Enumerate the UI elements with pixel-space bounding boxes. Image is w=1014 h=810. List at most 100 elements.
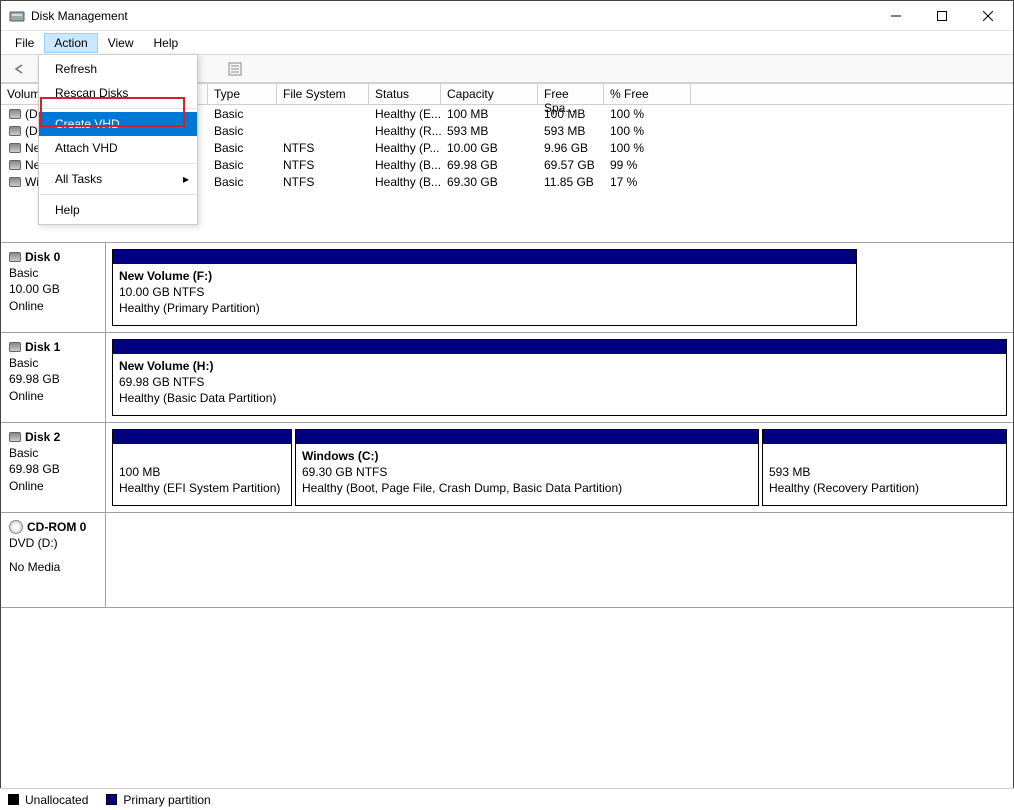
cell-free: 9.96 GB: [538, 141, 604, 155]
col-status[interactable]: Status: [369, 83, 441, 104]
cell-status: Healthy (B...: [369, 158, 441, 172]
cell-pct: 100 %: [604, 141, 691, 155]
disk-info: CD-ROM 0 DVD (D:) No Media: [1, 513, 106, 607]
partition-bar: [113, 340, 1006, 354]
partition-windows[interactable]: Windows (C:) 69.30 GB NTFS Healthy (Boot…: [295, 429, 759, 506]
partition-title: New Volume (H:): [119, 359, 213, 373]
partition-bar: [296, 430, 758, 444]
cell-free: 593 MB: [538, 124, 604, 138]
close-button[interactable]: [965, 1, 1011, 31]
disk-type: Basic: [9, 265, 97, 281]
cell-capacity: 593 MB: [441, 124, 538, 138]
partition-size: 10.00 GB NTFS: [119, 285, 204, 299]
col-type[interactable]: Type: [208, 83, 277, 104]
menu-separator: [40, 194, 196, 195]
back-button[interactable]: [9, 58, 31, 80]
menu-all-tasks[interactable]: All Tasks ▸: [39, 167, 197, 191]
swatch-unallocated: [8, 794, 19, 805]
menu-help-item[interactable]: Help: [39, 198, 197, 222]
partition-title: Windows (C:): [302, 449, 379, 463]
disk-nomedia: No Media: [9, 559, 97, 575]
cell-capacity: 10.00 GB: [441, 141, 538, 155]
titlebar: Disk Management: [1, 1, 1013, 31]
disk-row-cdrom[interactable]: CD-ROM 0 DVD (D:) No Media: [1, 513, 1013, 608]
app-icon: [9, 8, 25, 24]
partition-bar: [113, 250, 856, 264]
menu-file[interactable]: File: [5, 33, 44, 53]
cell-status: Healthy (R...: [369, 124, 441, 138]
cell-free: 11.85 GB: [538, 175, 604, 189]
partition[interactable]: New Volume (F:) 10.00 GB NTFS Healthy (P…: [112, 249, 857, 326]
disk-info: Disk 0 Basic 10.00 GB Online: [1, 243, 106, 332]
properties-button[interactable]: [224, 58, 246, 80]
col-filesystem[interactable]: File System: [277, 83, 369, 104]
menu-view[interactable]: View: [98, 33, 144, 53]
cell-fs: NTFS: [277, 175, 369, 189]
partition-size: 69.30 GB NTFS: [302, 465, 387, 479]
disk-row-1[interactable]: Disk 1 Basic 69.98 GB Online New Volume …: [1, 333, 1013, 423]
cell-capacity: 69.30 GB: [441, 175, 538, 189]
disk-type: DVD (D:): [9, 535, 97, 551]
menu-all-tasks-label: All Tasks: [55, 172, 102, 186]
cell-free: 100 MB: [538, 107, 604, 121]
disk-type: Basic: [9, 445, 97, 461]
partition[interactable]: New Volume (H:) 69.98 GB NTFS Healthy (B…: [112, 339, 1007, 416]
partition-status: Healthy (Boot, Page File, Crash Dump, Ba…: [302, 481, 622, 495]
disk-size: 69.98 GB: [9, 461, 97, 477]
partition-status: Healthy (Recovery Partition): [769, 481, 919, 495]
maximize-button[interactable]: [919, 1, 965, 31]
cell-status: Healthy (E...: [369, 107, 441, 121]
partition-efi[interactable]: 100 MB Healthy (EFI System Partition): [112, 429, 292, 506]
disk-partitions: 100 MB Healthy (EFI System Partition) Wi…: [106, 423, 1013, 512]
col-pct-free[interactable]: % Free: [604, 83, 691, 104]
partition-title: New Volume (F:): [119, 269, 212, 283]
menu-action[interactable]: Action: [44, 33, 97, 53]
cell-capacity: 69.98 GB: [441, 158, 538, 172]
titlebar-left: Disk Management: [9, 8, 128, 24]
volume-icon: [9, 143, 21, 153]
disk-icon: [9, 252, 21, 262]
col-free-space[interactable]: Free Spa...: [538, 83, 604, 104]
menu-create-vhd[interactable]: Create VHD: [39, 112, 197, 136]
cell-type: Basic: [208, 175, 277, 189]
disk-icon: [9, 342, 21, 352]
cell-type: Basic: [208, 158, 277, 172]
disk-partitions: New Volume (F:) 10.00 GB NTFS Healthy (P…: [106, 243, 1013, 332]
window-title: Disk Management: [31, 9, 128, 23]
cell-type: Basic: [208, 141, 277, 155]
minimize-button[interactable]: [873, 1, 919, 31]
menu-attach-vhd[interactable]: Attach VHD: [39, 136, 197, 160]
chevron-right-icon: ▸: [183, 172, 189, 186]
swatch-primary: [106, 794, 117, 805]
menubar: File Action View Help: [1, 31, 1013, 55]
disk-partitions: [106, 513, 1013, 607]
legend: Unallocated Primary partition: [0, 788, 1014, 810]
menu-separator: [40, 163, 196, 164]
menu-refresh[interactable]: Refresh: [39, 57, 197, 81]
disk-name: CD-ROM 0: [27, 519, 86, 535]
cdrom-icon: [9, 520, 23, 534]
disk-state: Online: [9, 388, 97, 404]
disk-row-0[interactable]: Disk 0 Basic 10.00 GB Online New Volume …: [1, 243, 1013, 333]
action-dropdown: Refresh Rescan Disks Create VHD Attach V…: [38, 54, 198, 225]
volume-icon: [9, 109, 21, 119]
disk-size: 69.98 GB: [9, 371, 97, 387]
volume-icon: [9, 177, 21, 187]
disk-name: Disk 2: [25, 429, 60, 445]
partition-bar: [113, 430, 291, 444]
menu-rescan-disks[interactable]: Rescan Disks: [39, 81, 197, 105]
cell-pct: 17 %: [604, 175, 691, 189]
partition-recovery[interactable]: 593 MB Healthy (Recovery Partition): [762, 429, 1007, 506]
cell-pct: 99 %: [604, 158, 691, 172]
cell-pct: 100 %: [604, 124, 691, 138]
cell-free: 69.57 GB: [538, 158, 604, 172]
disk-name: Disk 1: [25, 339, 60, 355]
menu-help[interactable]: Help: [144, 33, 189, 53]
cell-capacity: 100 MB: [441, 107, 538, 121]
menu-separator: [40, 108, 196, 109]
col-capacity[interactable]: Capacity: [441, 83, 538, 104]
disk-info: Disk 2 Basic 69.98 GB Online: [1, 423, 106, 512]
disk-row-2[interactable]: Disk 2 Basic 69.98 GB Online 100 MB Heal…: [1, 423, 1013, 513]
cell-fs: NTFS: [277, 141, 369, 155]
partition-size: 100 MB: [119, 465, 160, 479]
